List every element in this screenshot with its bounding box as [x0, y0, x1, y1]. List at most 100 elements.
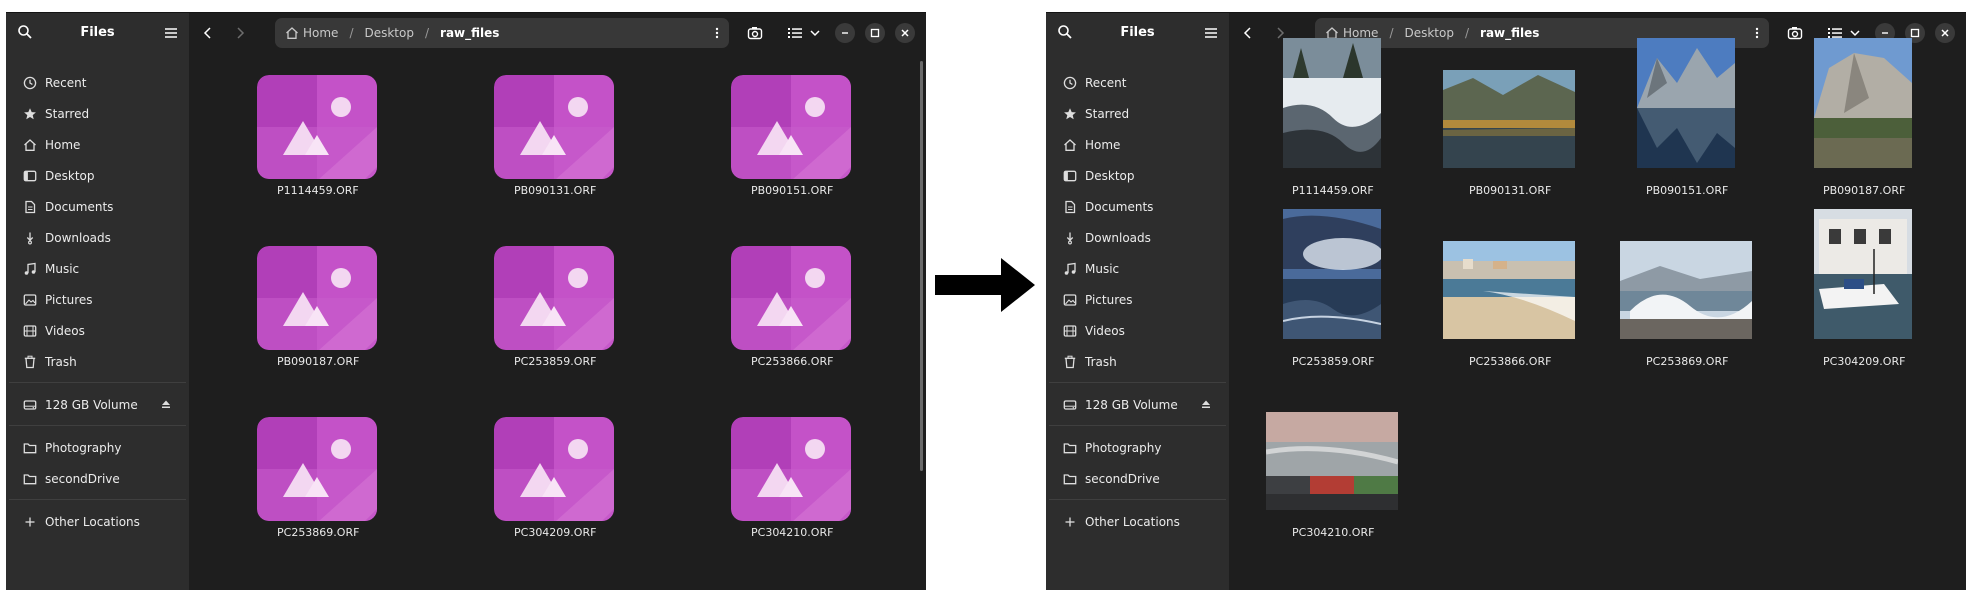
sidebar-item-home[interactable]: Home: [1046, 129, 1229, 160]
path-bar[interactable]: Home / Desktop / raw_files: [275, 18, 729, 48]
video-icon: [1063, 324, 1077, 338]
image-thumbnail: [1814, 38, 1912, 168]
sidebar-item-photography[interactable]: Photography: [1046, 432, 1229, 463]
sidebar-item-recent[interactable]: Recent: [6, 67, 189, 98]
more-options-icon[interactable]: [1755, 26, 1759, 40]
maximize-button[interactable]: [865, 23, 885, 43]
sidebar-item-pictures[interactable]: Pictures: [1046, 284, 1229, 315]
sidebar-item-starred[interactable]: Starred: [6, 98, 189, 129]
sidebar-item-recent[interactable]: Recent: [1046, 67, 1229, 98]
download-icon: [1063, 231, 1077, 245]
list-view-icon[interactable]: [787, 25, 803, 41]
sidebar-item-128-gb-volume[interactable]: 128 GB Volume: [6, 389, 189, 420]
close-button[interactable]: [895, 23, 915, 43]
breadcrumb-home[interactable]: Home: [303, 26, 338, 40]
sidebar-item-documents[interactable]: Documents: [6, 191, 189, 222]
breadcrumb-raw-files[interactable]: raw_files: [440, 26, 499, 40]
sidebar-item-other-locations[interactable]: Other Locations: [6, 506, 189, 537]
maximize-icon: [1910, 28, 1920, 38]
sidebar-item-documents[interactable]: Documents: [1046, 191, 1229, 222]
breadcrumb-desktop[interactable]: Desktop: [1404, 26, 1454, 40]
camera-icon[interactable]: [1787, 25, 1803, 41]
sidebar-item-label: Photography: [45, 440, 122, 455]
sidebar-separator: [1049, 499, 1226, 500]
sidebar-item-label: Downloads: [1085, 230, 1151, 245]
app-title: Files: [80, 25, 115, 40]
main-menu-icon[interactable]: [1203, 25, 1219, 41]
image-thumbnail: [1620, 241, 1752, 339]
home-icon: [286, 27, 298, 39]
image-thumbnail: [1443, 70, 1575, 168]
back-arrow-icon[interactable]: [1241, 26, 1255, 40]
sidebar-item-pictures[interactable]: Pictures: [6, 284, 189, 315]
sidebar-item-label: secondDrive: [45, 471, 120, 486]
sidebar-item-desktop[interactable]: Desktop: [6, 160, 189, 191]
file-name: PB090131.ORF: [514, 184, 597, 197]
sidebar-item-label: 128 GB Volume: [1085, 397, 1178, 412]
drive-icon: [1063, 398, 1077, 412]
folder-icon: [23, 441, 37, 455]
breadcrumb-raw-files[interactable]: raw_files: [1480, 26, 1539, 40]
sidebar-item-other-locations[interactable]: Other Locations: [1046, 506, 1229, 537]
sidebar-item-downloads[interactable]: Downloads: [6, 222, 189, 253]
minimize-button[interactable]: [835, 23, 855, 43]
sidebar-item-music[interactable]: Music: [6, 253, 189, 284]
image-file-icon: [731, 75, 851, 179]
sidebar: Files Recent Starred Home Desktop Documents D…: [6, 13, 189, 590]
eject-icon[interactable]: [1201, 399, 1211, 409]
sidebar-item-desktop[interactable]: Desktop: [1046, 160, 1229, 191]
sidebar-item-seconddrive[interactable]: secondDrive: [6, 463, 189, 494]
breadcrumb-desktop[interactable]: Desktop: [364, 26, 414, 40]
sidebar-item-downloads[interactable]: Downloads: [1046, 222, 1229, 253]
maximize-icon: [870, 28, 880, 38]
path-separator: /: [424, 26, 430, 40]
chevron-down-icon[interactable]: [807, 25, 823, 41]
sidebar-separator: [9, 425, 186, 426]
drive-icon: [23, 398, 37, 412]
minimize-icon: [842, 32, 848, 34]
sidebar-item-label: Music: [45, 261, 80, 276]
file-name: PC253869.ORF: [277, 526, 360, 539]
image-thumbnail: [1283, 209, 1381, 339]
file-name: P1114459.ORF: [1292, 184, 1374, 197]
sidebar-item-label: Pictures: [1085, 292, 1133, 307]
eject-icon[interactable]: [161, 399, 171, 409]
plus-icon: [1063, 515, 1077, 529]
file-name: PC253866.ORF: [1469, 355, 1552, 368]
sidebar-item-seconddrive[interactable]: secondDrive: [1046, 463, 1229, 494]
sidebar-item-label: Other Locations: [45, 514, 140, 529]
close-button[interactable]: [1935, 23, 1955, 43]
back-arrow-icon[interactable]: [201, 26, 215, 40]
sidebar-item-photography[interactable]: Photography: [6, 432, 189, 463]
sidebar-item-music[interactable]: Music: [1046, 253, 1229, 284]
trash-icon: [1063, 355, 1077, 369]
camera-icon[interactable]: [747, 25, 763, 41]
sidebar-item-trash[interactable]: Trash: [1046, 346, 1229, 377]
star-icon: [23, 107, 37, 121]
sidebar-item-label: Recent: [45, 75, 87, 90]
document-icon: [1063, 200, 1077, 214]
document-icon: [23, 200, 37, 214]
sidebar-item-trash[interactable]: Trash: [6, 346, 189, 377]
home-icon: [1063, 138, 1077, 152]
sidebar-item-home[interactable]: Home: [6, 129, 189, 160]
desktop-icon: [23, 169, 37, 183]
sidebar-item-label: Desktop: [45, 168, 95, 183]
file-name: PC253859.ORF: [1292, 355, 1375, 368]
file-name: PB090151.ORF: [751, 184, 834, 197]
file-grid: P1114459.ORF PB090131.ORF PB090151.ORF PB09…: [1229, 38, 1966, 590]
sidebar-item-videos[interactable]: Videos: [1046, 315, 1229, 346]
more-options-icon[interactable]: [715, 26, 719, 40]
sidebar-item-label: Other Locations: [1085, 514, 1180, 529]
forward-arrow-icon[interactable]: [233, 26, 247, 40]
sidebar-separator: [9, 499, 186, 500]
sidebar-item-videos[interactable]: Videos: [6, 315, 189, 346]
sidebar-item-starred[interactable]: Starred: [1046, 98, 1229, 129]
scrollbar[interactable]: [920, 61, 923, 471]
sidebar-item-label: 128 GB Volume: [45, 397, 138, 412]
sidebar-item-label: Music: [1085, 261, 1120, 276]
file-name: PC304210.ORF: [751, 526, 834, 539]
main-menu-icon[interactable]: [163, 25, 179, 41]
image-file-icon: [494, 75, 614, 179]
sidebar-item-128-gb-volume[interactable]: 128 GB Volume: [1046, 389, 1229, 420]
